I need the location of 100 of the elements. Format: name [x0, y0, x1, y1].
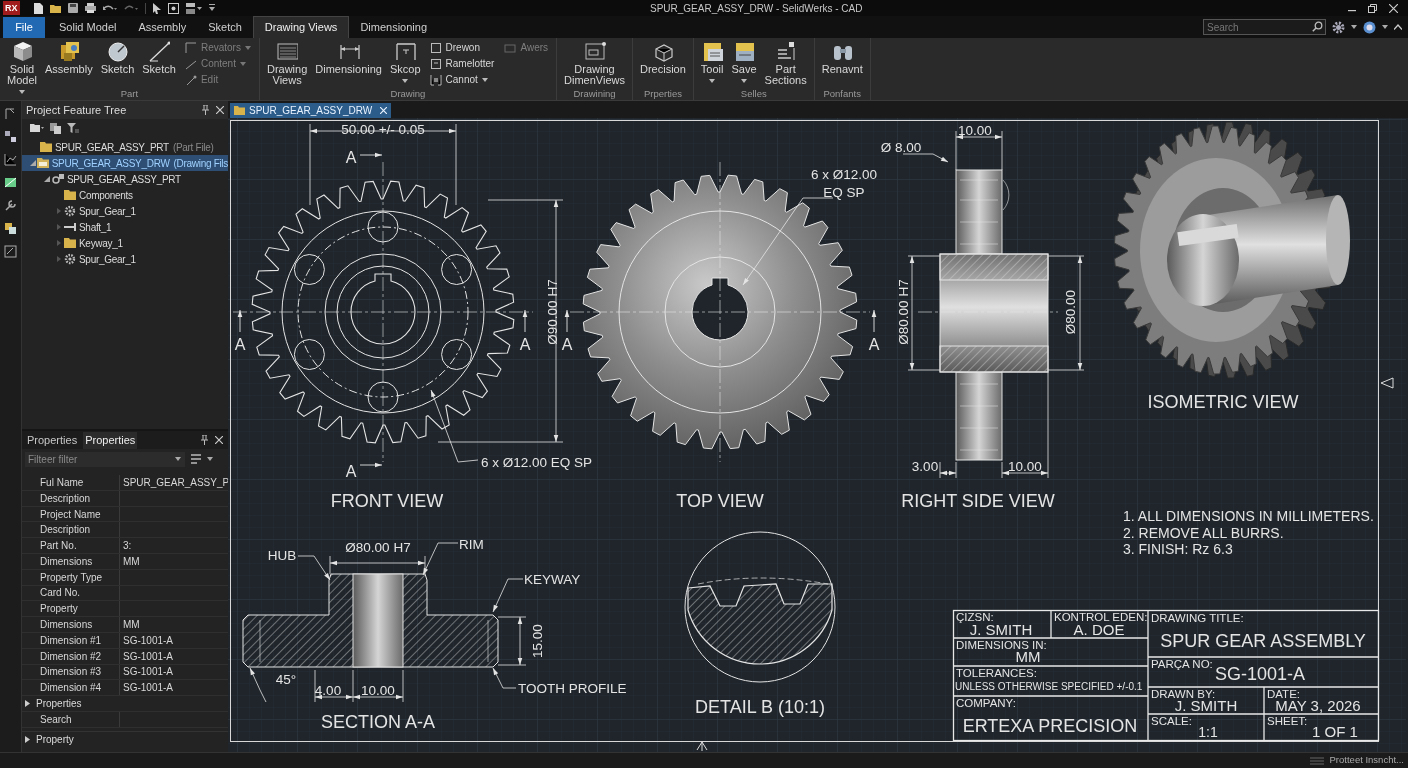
ribbon-tab[interactable]: Solid Model — [48, 16, 128, 38]
dimension-text: 10.00 — [958, 123, 992, 138]
property-value[interactable]: SG-1001-A — [120, 680, 174, 696]
document-icon — [701, 40, 724, 62]
section-arrow — [237, 309, 243, 333]
save-icon[interactable] — [67, 3, 78, 13]
property-value[interactable]: SG-1001-A — [120, 648, 174, 664]
ribbon-button[interactable]: Part Sections — [761, 40, 810, 86]
panel-tab[interactable]: Properties — [25, 431, 80, 449]
tree-item[interactable]: SPUR_GEAR_ASSY_PRT — [22, 171, 228, 187]
tree-item[interactable]: Components — [22, 187, 228, 203]
sort-icon[interactable] — [191, 454, 201, 464]
undo-icon[interactable] — [102, 3, 117, 13]
property-value[interactable]: SG-1001-A — [120, 632, 174, 648]
tree-item[interactable]: Spur_Gear_1 — [22, 251, 228, 267]
layout-icon[interactable] — [185, 2, 202, 14]
ribbon-tab[interactable]: Assembly — [127, 16, 198, 38]
ribbon-button[interactable]: Drawing Views — [263, 40, 311, 86]
search-field[interactable]: Search — [1203, 19, 1326, 35]
property-value[interactable]: MM — [120, 553, 140, 569]
property-value[interactable]: SG-1001-A — [120, 664, 174, 680]
select-box-icon[interactable] — [167, 2, 179, 14]
caret-icon — [1351, 25, 1357, 29]
copy-icon[interactable] — [50, 122, 61, 134]
frame-icon[interactable] — [4, 245, 17, 258]
field-value: MM — [1015, 648, 1041, 665]
new-file-icon[interactable] — [33, 2, 43, 14]
layers-icon[interactable] — [4, 222, 17, 235]
dimension-text: 10.00 — [1008, 459, 1042, 474]
ribbon-button[interactable]: Drecision — [637, 40, 689, 75]
pin-icon[interactable] — [4, 107, 17, 120]
ribbon-button[interactable]: Solid Model — [4, 40, 40, 97]
frame-icon — [394, 40, 417, 62]
tree-item[interactable]: Spur_Gear_1 — [22, 203, 228, 219]
file-tab[interactable]: File — [3, 17, 45, 38]
section-arrow — [871, 309, 877, 333]
filter-field[interactable]: Filteer filter — [25, 451, 185, 467]
ribbon-button[interactable]: Dimensioning — [312, 40, 385, 75]
wrench-icon[interactable] — [4, 199, 17, 212]
status-text: Protteet Insncht... — [1329, 753, 1404, 768]
expanded-arrow-icon[interactable] — [30, 160, 37, 166]
field-value: 1 OF 1 — [1312, 723, 1358, 740]
ribbon-small-button[interactable]: Drewon — [429, 41, 495, 54]
ribbon-tab[interactable]: Sketch — [197, 16, 253, 38]
settings-icon[interactable] — [1332, 20, 1345, 34]
restore-icon[interactable] — [1368, 3, 1377, 13]
pointer-icon[interactable] — [152, 2, 161, 14]
hole-note: 6 x Ø12.00 — [811, 167, 877, 182]
open-folder-icon[interactable] — [30, 123, 44, 133]
print-icon[interactable] — [84, 3, 96, 13]
ribbon-tab[interactable]: Drawing Views — [252, 16, 350, 38]
tree-item[interactable]: SPUR_GEAR_ASSY_PRT (Part File) — [22, 139, 228, 155]
app-logo[interactable]: RX — [3, 1, 20, 15]
ribbon-button[interactable]: Sketch — [97, 40, 138, 75]
property-group[interactable]: Property — [32, 732, 74, 748]
property-value[interactable]: SPUR_GEAR_ASSY_P — [120, 474, 230, 490]
chart-icon[interactable] — [4, 153, 17, 166]
property-value[interactable]: 3: — [120, 538, 132, 554]
panel-tab[interactable]: Properties — [83, 431, 138, 449]
ribbon-button[interactable]: Drawing DimenViews — [561, 40, 628, 86]
close-icon[interactable] — [215, 436, 223, 444]
ribbon-button[interactable]: Sketch — [139, 40, 179, 75]
collapsed-arrow-icon[interactable] — [25, 700, 30, 708]
close-icon[interactable] — [1389, 3, 1398, 13]
hole-note: 6 x Ø12.00 EQ SP — [481, 455, 593, 470]
field-label: DATE: — [1267, 688, 1300, 700]
note-text: 3. FINISH: Rz 6.3 — [1123, 541, 1233, 557]
tree-item[interactable]: SPUR_GEAR_ASSY_DRW (Drawing Fils — [22, 155, 228, 171]
ribbon-button[interactable]: Tooil — [697, 40, 727, 86]
pin-icon[interactable] — [201, 435, 208, 445]
ribbon-tab[interactable]: Dimensioning — [349, 16, 439, 38]
property-value[interactable]: MM — [120, 617, 140, 633]
customize-caret-icon[interactable] — [208, 4, 215, 12]
document-tab[interactable]: SPUR_GEAR_ASSY_DRW — [230, 103, 392, 118]
collapsed-arrow-icon[interactable] — [25, 736, 30, 744]
ribbon-small-button[interactable]: Ramelotter — [429, 57, 495, 70]
tree-item[interactable]: Shaft_1 — [22, 219, 228, 235]
ribbon-button[interactable]: Assembly — [41, 40, 96, 75]
tool-icon — [184, 73, 197, 86]
collapse-ribbon-icon[interactable] — [1394, 24, 1402, 30]
pin-icon[interactable] — [202, 105, 209, 115]
ribbon-button[interactable]: Save — [728, 40, 760, 86]
close-icon[interactable] — [216, 106, 224, 114]
property-name: Search — [40, 712, 72, 727]
property-group[interactable]: Properties — [32, 696, 82, 712]
redo-icon[interactable] — [123, 3, 138, 13]
palette-icon[interactable] — [4, 176, 17, 189]
field-label: DRAWN BY: — [1151, 688, 1216, 700]
hierarchy-icon[interactable] — [4, 130, 17, 143]
tool-icon — [504, 41, 517, 54]
tree-item[interactable]: Keyway_1 — [22, 235, 228, 251]
open-folder-icon[interactable] — [49, 3, 61, 13]
ribbon-button[interactable]: Renavnt — [818, 40, 866, 75]
help-icon[interactable] — [1363, 20, 1376, 34]
expanded-arrow-icon[interactable] — [44, 176, 50, 182]
field-value: SPUR GEAR ASSEMBLY — [1160, 631, 1366, 651]
ribbon-small-button[interactable]: Cannot — [429, 73, 495, 86]
group-label: Prperties — [642, 89, 683, 99]
filter-icon[interactable] — [67, 122, 79, 134]
ribbon-button[interactable]: Skcop — [386, 40, 424, 86]
